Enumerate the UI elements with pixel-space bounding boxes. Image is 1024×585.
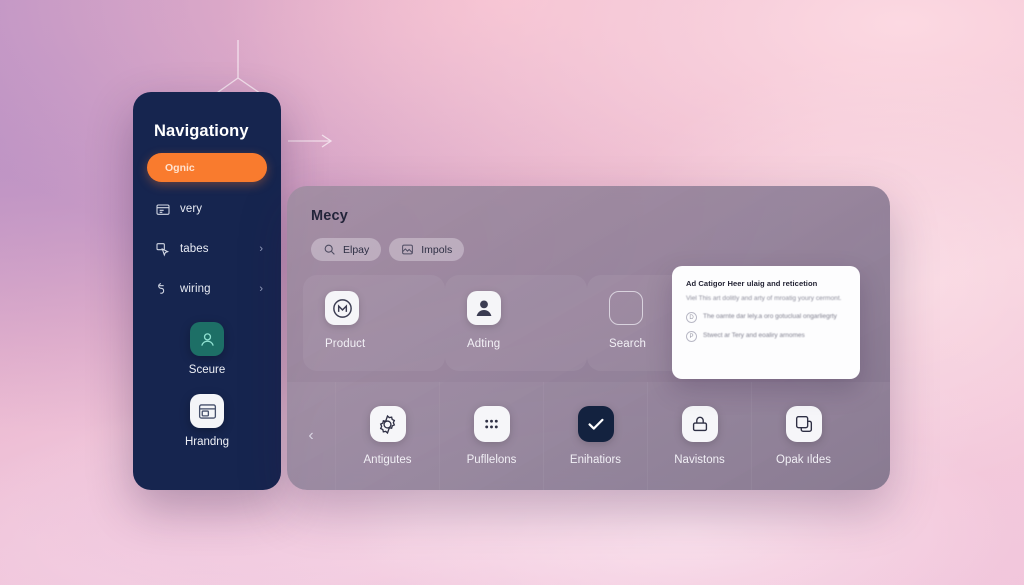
strip-tile-enihatiors[interactable]: Enihatiors — [543, 382, 647, 490]
card-product-label: Product — [325, 338, 366, 350]
filter-chip-row: Elpay Impols — [311, 238, 890, 261]
page-title: Mecy — [311, 208, 349, 224]
sun-burst-icon — [369, 406, 406, 442]
chip-elpay-label: Elpay — [343, 243, 370, 256]
user-shield-icon — [190, 322, 224, 356]
bottom-tile-strip: ‹ Antigutes Pufllelons Enihatiors Navist… — [287, 382, 890, 490]
chip-impols-label: Impols — [421, 243, 453, 256]
monogram-m-icon — [325, 291, 359, 325]
circle-badge-icon: D — [686, 312, 697, 324]
strip-tile-opak-ildes[interactable]: Opak ıldes — [751, 382, 855, 490]
sidebar-tile-sceure-label: Sceure — [188, 364, 226, 376]
list-item-text: The oarnte dar lely.a oro gotuclual onga… — [703, 313, 837, 321]
sidebar-item-wiring-label: wiring — [180, 283, 211, 295]
cursor-click-icon — [155, 241, 171, 257]
sidebar-item-tabes-label: tabes — [180, 243, 209, 255]
link-curve-icon — [155, 281, 171, 297]
list-item: P Stwect ar Tery and eoaliry arnomes — [686, 331, 846, 343]
circle-badge-icon: P — [686, 331, 697, 343]
braille-dots-icon — [473, 406, 510, 442]
sidebar-item-very-label: very — [180, 203, 203, 215]
strip-tile-antigutes-label: Antigutes — [363, 454, 412, 466]
strip-tile-pufllelons-label: Pufllelons — [466, 454, 517, 466]
sidebar-item-wiring[interactable]: wiring › — [147, 274, 267, 304]
empty-square-icon — [609, 291, 643, 325]
sidebar-item-active-label: Ognic — [165, 161, 195, 174]
browser-window-icon — [190, 394, 224, 428]
search-icon — [323, 243, 336, 256]
chevron-right-icon: › — [259, 282, 263, 295]
archive-box-icon — [155, 201, 171, 217]
avatar-person-icon — [467, 291, 501, 325]
sidebar-tile-hrandng[interactable]: Hrandng — [147, 394, 267, 448]
sidebar-item-very[interactable]: very — [147, 194, 267, 224]
sidebar-tile-sceure[interactable]: Sceure — [147, 322, 267, 376]
lock-icon — [681, 406, 718, 442]
prev-button[interactable]: ‹ — [287, 427, 335, 445]
sidebar: Navigationy Ognic very tabes › wiring › … — [133, 92, 281, 490]
strip-tile-navistons-label: Navistons — [674, 454, 725, 466]
panel-header: Mecy Elpay Impols — [287, 186, 890, 261]
strip-tile-enihatiors-label: Enihatiors — [569, 454, 622, 466]
popover-title: Ad Catigor Heer ulaig and reticetion — [686, 279, 818, 288]
strip-tile-antigutes[interactable]: Antigutes — [335, 382, 439, 490]
sidebar-title: Navigationy — [154, 122, 249, 140]
card-adting[interactable]: Adting — [445, 275, 587, 371]
card-adting-label: Adting — [467, 338, 501, 350]
image-icon — [401, 243, 414, 256]
list-item-text: Stwect ar Tery and eoaliry arnomes — [703, 332, 805, 340]
strip-tile-navistons[interactable]: Navistons — [647, 382, 751, 490]
chip-elpay[interactable]: Elpay — [311, 238, 382, 261]
popover-list: D The oarnte dar lely.a oro gotuclual on… — [686, 312, 846, 343]
chevron-left-icon: ‹ — [308, 427, 314, 444]
sidebar-tile-hrandng-label: Hrandng — [184, 436, 230, 448]
strip-tile-opak-ildes-label: Opak ıldes — [776, 454, 831, 466]
popover-subtitle: Viel This art dolitly and arty of mroati… — [686, 295, 842, 302]
chip-impols[interactable]: Impols — [389, 238, 465, 261]
strip-tile-pufllelons[interactable]: Pufllelons — [439, 382, 543, 490]
copy-tap-icon — [785, 406, 822, 442]
sidebar-item-tabes[interactable]: tabes › — [147, 234, 267, 264]
check-icon — [577, 406, 614, 442]
sidebar-item-active[interactable]: Ognic — [147, 153, 267, 182]
info-popover: Ad Catigor Heer ulaig and reticetion Vie… — [672, 266, 860, 379]
card-product[interactable]: Product — [303, 275, 445, 371]
chevron-right-icon: › — [259, 242, 263, 255]
screen-root: Navigationy Ognic very tabes › wiring › … — [0, 0, 1024, 585]
list-item: D The oarnte dar lely.a oro gotuclual on… — [686, 312, 846, 324]
